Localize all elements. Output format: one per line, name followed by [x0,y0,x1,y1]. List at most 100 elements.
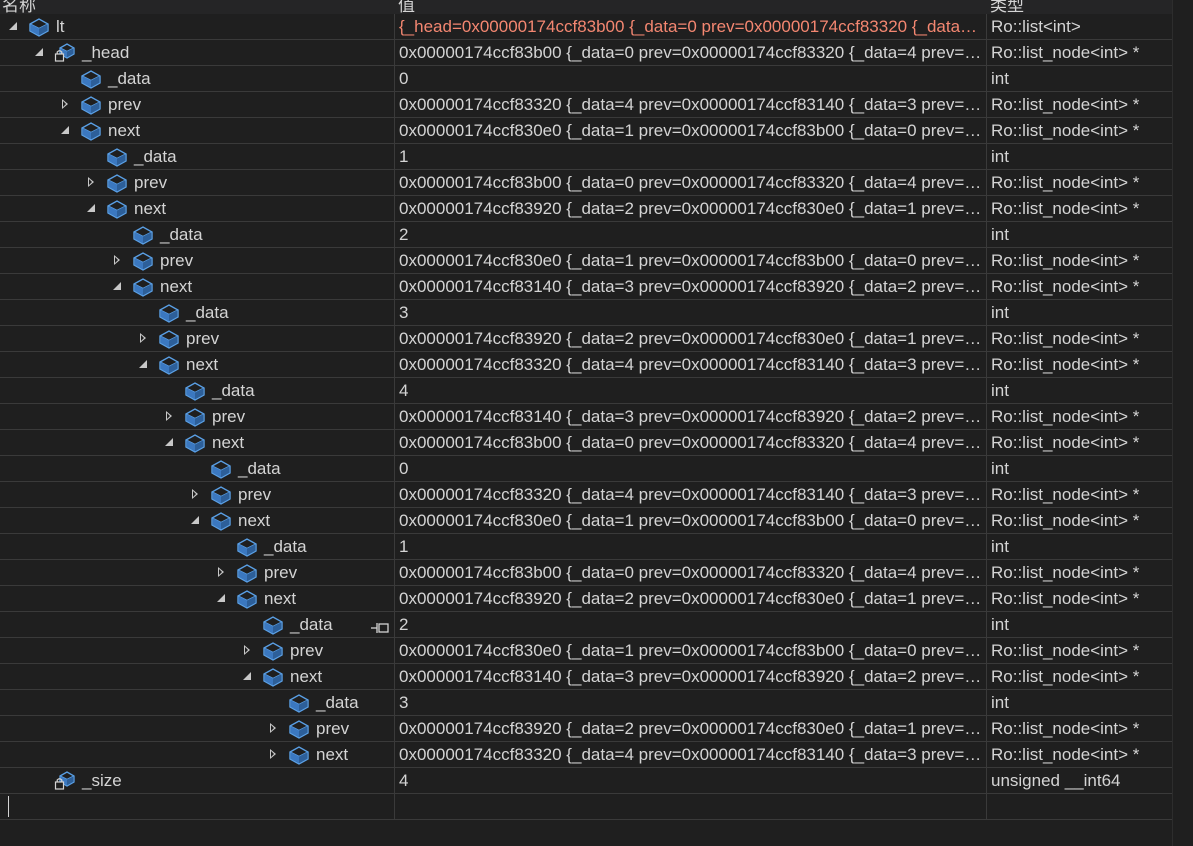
tree-row[interactable]: _data 3 int [0,690,1183,716]
value-cell[interactable]: 2 [394,222,986,247]
value-cell[interactable]: 0 [394,456,986,481]
tree-row[interactable]: prev 0x00000174ccf83920 {_data=2 prev=0x0… [0,326,1183,352]
tree-row[interactable]: prev 0x00000174ccf83140 {_data=3 prev=0x0… [0,404,1183,430]
collapse-arrow-icon[interactable] [190,515,200,525]
field-icon [132,250,154,271]
variable-type: int [991,537,1009,556]
expand-arrow-icon[interactable] [138,333,148,343]
variable-value: 4 [399,381,409,400]
pin-icon[interactable] [370,619,390,633]
tree-row[interactable]: prev 0x00000174ccf83320 {_data=4 prev=0x0… [0,92,1183,118]
tree-row[interactable]: next 0x00000174ccf83320 {_data=4 prev=0x0… [0,742,1183,768]
type-cell: Ro::list_node<int> * [986,430,1184,455]
value-cell[interactable]: 3 [394,300,986,325]
tree-row[interactable]: _data 2 int [0,612,1183,638]
expand-arrow-icon[interactable] [268,723,278,733]
add-watch-row[interactable] [0,794,1183,820]
collapse-arrow-icon[interactable] [34,47,44,57]
vertical-scrollbar[interactable] [1172,0,1183,846]
value-cell[interactable]: 1 [394,144,986,169]
value-cell[interactable]: 0x00000174ccf830e0 {_data=1 prev=0x00000… [394,508,986,533]
tree-row[interactable]: prev 0x00000174ccf830e0 {_data=1 prev=0x0… [0,248,1183,274]
variable-value: 4 [399,771,409,790]
tree-row[interactable]: prev 0x00000174ccf83920 {_data=2 prev=0x0… [0,716,1183,742]
collapse-arrow-icon[interactable] [112,281,122,291]
type-cell: Ro::list_node<int> * [986,586,1184,611]
tree-row[interactable]: _data 0 int [0,66,1183,92]
value-cell[interactable]: 0x00000174ccf83140 {_data=3 prev=0x00000… [394,404,986,429]
type-cell: Ro::list_node<int> * [986,638,1184,663]
expand-arrow-icon[interactable] [190,489,200,499]
collapse-arrow-icon[interactable] [86,203,96,213]
value-cell[interactable]: 0x00000174ccf83920 {_data=2 prev=0x00000… [394,586,986,611]
tree-row[interactable]: _data 4 int [0,378,1183,404]
value-cell[interactable]: 0x00000174ccf83920 {_data=2 prev=0x00000… [394,196,986,221]
expand-arrow-icon[interactable] [268,749,278,759]
value-cell[interactable]: {_head=0x00000174ccf83b00 {_data=0 prev=… [394,14,986,39]
collapse-arrow-icon[interactable] [60,125,70,135]
field-icon [184,380,206,401]
value-cell[interactable]: 4 [394,378,986,403]
value-cell[interactable]: 0x00000174ccf83b00 {_data=0 prev=0x00000… [394,430,986,455]
expand-arrow-icon[interactable] [112,255,122,265]
tree-row[interactable]: _data 3 int [0,300,1183,326]
value-cell[interactable]: 0x00000174ccf830e0 {_data=1 prev=0x00000… [394,118,986,143]
value-cell[interactable]: 0x00000174ccf83920 {_data=2 prev=0x00000… [394,326,986,351]
collapse-arrow-icon[interactable] [138,359,148,369]
tree-row[interactable]: _data 1 int [0,144,1183,170]
tree-row[interactable]: _data 0 int [0,456,1183,482]
value-cell[interactable]: 0x00000174ccf83320 {_data=4 prev=0x00000… [394,742,986,767]
collapse-arrow-icon[interactable] [8,21,18,31]
expand-arrow-icon[interactable] [242,645,252,655]
expand-arrow-icon[interactable] [86,177,96,187]
tree-row[interactable]: next 0x00000174ccf830e0 {_data=1 prev=0x0… [0,508,1183,534]
value-cell[interactable]: 0x00000174ccf830e0 {_data=1 prev=0x00000… [394,248,986,273]
value-cell[interactable]: 0x00000174ccf83320 {_data=4 prev=0x00000… [394,352,986,377]
header-name[interactable]: 名称 [2,0,36,14]
add-watch-input[interactable] [0,794,393,819]
type-cell: int [986,612,1184,637]
tree-row[interactable]: lt {_head=0x00000174ccf83b00 {_data=0 pre… [0,14,1183,40]
tree-row[interactable]: _head 0x00000174ccf83b00 {_data=0 prev=0x… [0,40,1183,66]
value-cell[interactable]: 0 [394,66,986,91]
tree-row[interactable]: next 0x00000174ccf83920 {_data=2 prev=0x0… [0,196,1183,222]
value-cell[interactable]: 0x00000174ccf83320 {_data=4 prev=0x00000… [394,482,986,507]
tree-row[interactable]: next 0x00000174ccf83920 {_data=2 prev=0x0… [0,586,1183,612]
expand-arrow-icon[interactable] [216,567,226,577]
tree-row[interactable]: next 0x00000174ccf830e0 {_data=1 prev=0x0… [0,118,1183,144]
value-cell[interactable]: 0x00000174ccf83b00 {_data=0 prev=0x00000… [394,170,986,195]
value-cell[interactable]: 0x00000174ccf83920 {_data=2 prev=0x00000… [394,716,986,741]
tree-row[interactable]: next 0x00000174ccf83320 {_data=4 prev=0x0… [0,352,1183,378]
tree-row[interactable]: next 0x00000174ccf83b00 {_data=0 prev=0x0… [0,430,1183,456]
tree-row[interactable]: _data 2 int [0,222,1183,248]
value-cell[interactable]: 3 [394,690,986,715]
name-cell: next [0,508,393,533]
value-cell[interactable]: 0x00000174ccf83140 {_data=3 prev=0x00000… [394,274,986,299]
tree-row[interactable]: next 0x00000174ccf83140 {_data=3 prev=0x0… [0,664,1183,690]
value-cell[interactable]: 2 [394,612,986,637]
header-value[interactable]: 值 [398,0,415,14]
collapse-arrow-icon[interactable] [216,593,226,603]
value-cell[interactable]: 4 [394,768,986,793]
variable-type: Ro::list_node<int> * [991,641,1140,660]
tree-row[interactable]: prev 0x00000174ccf83320 {_data=4 prev=0x0… [0,482,1183,508]
expand-arrow-icon[interactable] [60,99,70,109]
variable-value: 0x00000174ccf830e0 {_data=1 prev=0x00000… [399,251,983,270]
tree-row[interactable]: next 0x00000174ccf83140 {_data=3 prev=0x0… [0,274,1183,300]
tree-row[interactable]: prev 0x00000174ccf83b00 {_data=0 prev=0x0… [0,560,1183,586]
expand-arrow-icon[interactable] [164,411,174,421]
value-cell[interactable]: 0x00000174ccf830e0 {_data=1 prev=0x00000… [394,638,986,663]
value-cell[interactable]: 1 [394,534,986,559]
collapse-arrow-icon[interactable] [242,671,252,681]
value-cell[interactable]: 0x00000174ccf83b00 {_data=0 prev=0x00000… [394,560,986,585]
value-cell[interactable]: 0x00000174ccf83b00 {_data=0 prev=0x00000… [394,40,986,65]
field-icon [210,458,232,479]
header-type[interactable]: 类型 [990,0,1024,14]
value-cell[interactable]: 0x00000174ccf83320 {_data=4 prev=0x00000… [394,92,986,117]
tree-row[interactable]: prev 0x00000174ccf830e0 {_data=1 prev=0x0… [0,638,1183,664]
tree-row[interactable]: _data 1 int [0,534,1183,560]
collapse-arrow-icon[interactable] [164,437,174,447]
tree-row[interactable]: prev 0x00000174ccf83b00 {_data=0 prev=0x0… [0,170,1183,196]
value-cell[interactable]: 0x00000174ccf83140 {_data=3 prev=0x00000… [394,664,986,689]
tree-row[interactable]: _size 4 unsigned __int64 [0,768,1183,794]
